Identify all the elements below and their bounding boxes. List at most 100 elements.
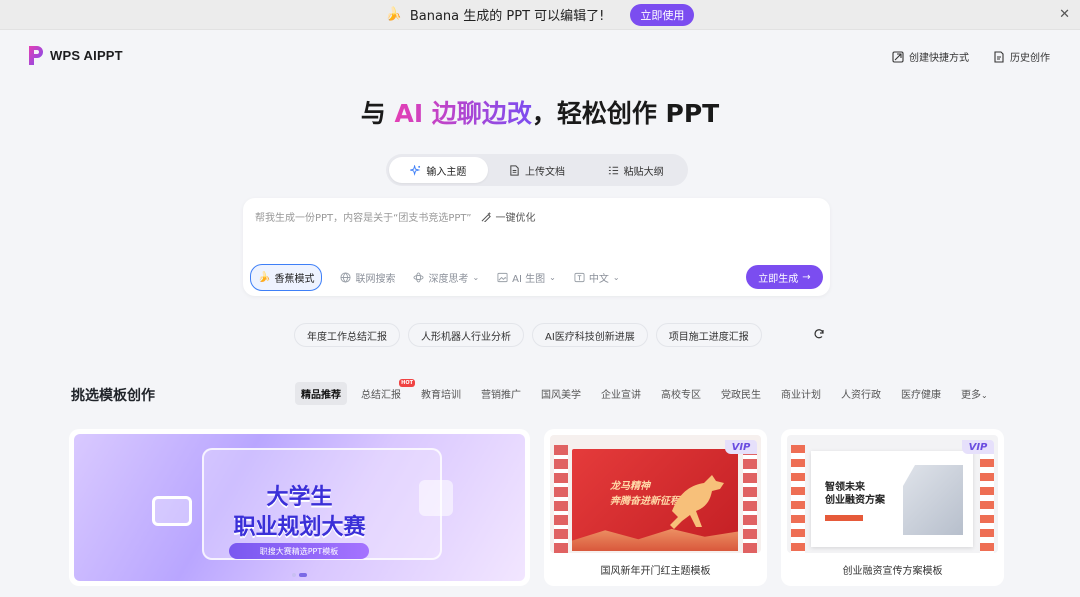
- suggestion-chip[interactable]: 人形机器人行业分析: [408, 323, 524, 347]
- web-search-toggle[interactable]: 联网搜索: [340, 270, 395, 285]
- chevron-down-icon: ⌄: [549, 273, 556, 282]
- category-tab[interactable]: 精品推荐: [295, 382, 347, 405]
- refresh-icon: [814, 329, 824, 339]
- slide-button-graphic: [825, 515, 863, 521]
- more-label: 更多: [961, 390, 981, 401]
- tab-upload[interactable]: 上传文档: [488, 157, 587, 183]
- ai-image-dropdown[interactable]: AI 生图 ⌄: [497, 270, 556, 285]
- language-icon: [574, 272, 585, 283]
- brand-name: WPS AIPPT: [50, 48, 123, 63]
- templates-title: 挑选模板创作: [71, 388, 155, 404]
- more-categories-button[interactable]: 更多⌄: [955, 382, 994, 405]
- history-icon: [994, 50, 1004, 63]
- suggestion-chip[interactable]: 年度工作总结汇报: [294, 323, 400, 347]
- category-tabs: 精品推荐 总结汇报 HOT 教育培训 营销推广 国风美学 企业宣讲 高校专区 党政…: [295, 379, 1002, 405]
- chevron-down-icon: ⌄: [981, 391, 988, 400]
- template-thumbnail: 龙马精神 奔腾奋进新征程 VIP: [550, 435, 761, 553]
- building-graphic: [903, 465, 963, 535]
- close-icon[interactable]: ✕: [1059, 7, 1070, 22]
- slide-strip: [743, 445, 757, 553]
- image-icon: [497, 272, 508, 283]
- template-caption: 创业融资宣传方案模板: [842, 566, 943, 577]
- deep-think-label: 深度思考: [428, 274, 469, 285]
- slide-strip: [980, 445, 994, 553]
- refresh-suggestions-button[interactable]: [808, 323, 830, 345]
- hot-badge: HOT: [399, 379, 415, 387]
- ai-image-label: AI 生图: [512, 274, 546, 285]
- template-card[interactable]: 龙马精神 奔腾奋进新征程 VIP 国风新年开门红主题模板: [544, 429, 767, 586]
- category-tab[interactable]: 医疗健康: [895, 382, 947, 405]
- generate-label: 立即生成: [758, 273, 799, 285]
- chevron-down-icon: ⌄: [472, 273, 480, 282]
- carousel-dot-active[interactable]: [299, 573, 307, 577]
- tab-topic[interactable]: 输入主题: [389, 157, 488, 183]
- red-slide: 龙马精神 奔腾奋进新征程: [572, 449, 738, 551]
- slide-strip: [791, 445, 805, 553]
- optimize-label: 一键优化: [495, 213, 536, 224]
- category-tab[interactable]: 营销推广: [475, 382, 527, 405]
- category-tab[interactable]: 企业宣讲: [595, 382, 647, 405]
- category-tab[interactable]: 商业计划: [775, 382, 827, 405]
- sparkle-icon: [410, 164, 421, 176]
- category-tab[interactable]: 党政民生: [715, 382, 767, 405]
- tab-outline[interactable]: 粘贴大纲: [586, 157, 685, 183]
- suggestion-chip[interactable]: AI医疗科技创新进展: [532, 323, 648, 347]
- language-label: 中文: [588, 274, 609, 285]
- slide-title-line-2: 创业融资方案: [825, 495, 885, 506]
- template-caption: 国风新年开门红主题模板: [600, 566, 711, 577]
- create-shortcut-link[interactable]: 创建快捷方式: [892, 49, 969, 64]
- tab-outline-label: 粘贴大纲: [623, 166, 664, 178]
- category-tab[interactable]: 人资行政: [835, 382, 887, 405]
- history-label: 历史创作: [1010, 53, 1050, 64]
- carousel-dot[interactable]: [292, 573, 296, 577]
- chevron-down-icon: ⌄: [612, 273, 620, 282]
- tab-upload-label: 上传文档: [525, 166, 565, 178]
- logo[interactable]: WPS AIPPT: [28, 45, 123, 66]
- language-dropdown[interactable]: 中文 ⌄: [574, 270, 620, 285]
- headline-suffix: ，轻松创作 PPT: [531, 99, 720, 128]
- document-icon: [510, 164, 519, 176]
- history-link[interactable]: 历史创作: [993, 49, 1050, 64]
- banana-icon: 🍌: [385, 7, 402, 22]
- arrow-right-icon: →: [802, 271, 811, 283]
- prompt-box[interactable]: 帮我生成一份PPT，内容是关于“团支书竞选PPT” 一键优化 🍌 香蕉模式 联网…: [243, 198, 830, 296]
- template-card[interactable]: 智领未来创业融资方案 VIP 创业融资宣传方案模板: [781, 429, 1004, 586]
- slide-title-line-1: 智领未来: [825, 482, 865, 493]
- atom-icon: [413, 272, 424, 283]
- optimize-button[interactable]: 一键优化: [481, 209, 535, 224]
- prompt-placeholder[interactable]: 帮我生成一份PPT，内容是关于“团支书竞选PPT”: [255, 209, 471, 224]
- headline-highlight: AI 边聊边改: [394, 99, 532, 128]
- outline-icon: [608, 166, 618, 174]
- category-tab[interactable]: 教育培训: [415, 382, 467, 405]
- horse-icon: [670, 475, 724, 529]
- carousel-dots[interactable]: [292, 573, 307, 577]
- category-label: 总结汇报: [361, 390, 401, 401]
- deep-think-dropdown[interactable]: 深度思考 ⌄: [413, 270, 479, 285]
- banana-mode-label: 香蕉模式: [274, 274, 315, 285]
- slide-strip: [554, 445, 568, 553]
- web-search-label: 联网搜索: [355, 274, 396, 285]
- shortcut-icon: [892, 50, 904, 63]
- banana-mode-icon: 🍌: [258, 272, 271, 283]
- featured-line-2: 职业规划大赛: [233, 515, 366, 540]
- category-tab[interactable]: 总结汇报 HOT: [355, 379, 415, 405]
- input-mode-tabs: 输入主题 上传文档 粘贴大纲: [386, 154, 688, 186]
- globe-icon: [340, 272, 351, 283]
- vip-badge: VIP: [725, 440, 757, 454]
- template-thumbnail: 智领未来创业融资方案 VIP: [787, 435, 998, 553]
- category-tab[interactable]: 国风美学: [535, 382, 587, 405]
- generate-button[interactable]: 立即生成 →: [746, 265, 823, 289]
- promo-banner: 🍌 Banana 生成的 PPT 可以编辑了! 立即使用 ✕: [0, 0, 1080, 30]
- top-bar: WPS AIPPT 创建快捷方式 历史创作: [0, 30, 1080, 82]
- white-slide: 智领未来创业融资方案: [811, 451, 973, 547]
- featured-line-1: 大学生: [266, 485, 333, 510]
- vip-badge: VIP: [962, 440, 994, 454]
- featured-banner: 大学生 职业规划大赛 职搜大赛精选PPT模板: [74, 434, 525, 581]
- banner-message: Banana 生成的 PPT 可以编辑了!: [409, 9, 605, 24]
- wps-logo-icon: [29, 46, 43, 65]
- suggestion-chip[interactable]: 项目施工进度汇报: [655, 323, 762, 347]
- category-tab[interactable]: 高校专区: [655, 382, 707, 405]
- featured-template-card[interactable]: 大学生 职业规划大赛 职搜大赛精选PPT模板: [69, 429, 530, 586]
- banana-mode-toggle[interactable]: 🍌 香蕉模式: [250, 264, 323, 291]
- banner-cta-button[interactable]: 立即使用: [630, 3, 695, 26]
